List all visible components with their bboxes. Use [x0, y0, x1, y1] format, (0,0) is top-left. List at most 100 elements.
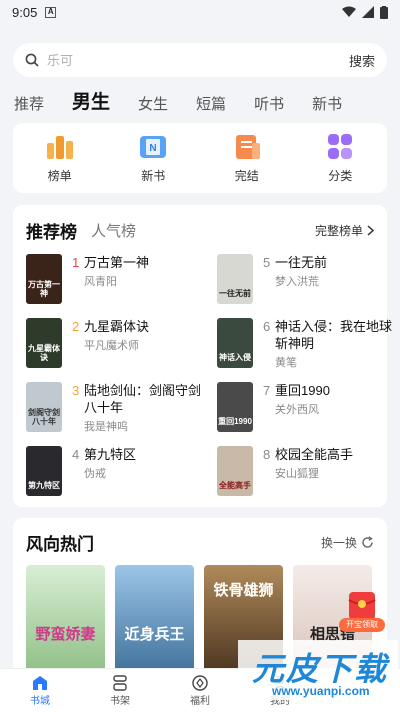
- status-time: 9:05: [12, 4, 38, 20]
- book-cover: 万古第一神: [26, 254, 62, 304]
- refresh-icon: [362, 535, 373, 548]
- search-icon: [25, 53, 39, 67]
- book-cover: 第九特区: [26, 446, 62, 496]
- hot-book-cover[interactable]: 野蛮娇妻: [26, 565, 105, 675]
- book-title: 第九特区: [84, 447, 137, 462]
- cover-title: 铁骨雄狮: [213, 582, 274, 599]
- cover-title: 第九特区: [28, 481, 60, 490]
- rank-number: 5: [263, 255, 271, 270]
- book-author: 梦入洪荒: [275, 276, 319, 288]
- book-author: 安山狐狸: [275, 468, 319, 480]
- rank-number: 4: [72, 447, 80, 462]
- status-icons: [342, 5, 388, 19]
- chevron-right-icon: [367, 224, 374, 236]
- book-cover: 重回1990: [217, 382, 253, 432]
- book-title: 一往无前: [275, 255, 328, 270]
- watermark-url: www.yuanpi.com: [272, 684, 370, 698]
- watermark-logo: 元皮下载 www.yuanpi.com: [238, 640, 398, 700]
- book-cover: 九星霸体诀: [26, 318, 62, 368]
- list-item[interactable]: 重回1990 7 重回1990 关外西风: [217, 382, 397, 432]
- quick-link-finished[interactable]: 完结: [217, 133, 277, 184]
- book-title: 神话入侵：我在地球斩神明: [275, 319, 393, 351]
- cover-title: 万古第一神: [28, 280, 60, 298]
- book-cover: 全能高手: [217, 446, 253, 496]
- tab-recommend[interactable]: 推荐: [14, 93, 44, 114]
- bookshelf-icon: [113, 675, 127, 691]
- cover-title: 一往无前: [219, 289, 251, 298]
- hot-book-cover[interactable]: 近身兵王: [115, 565, 194, 675]
- recommend-header: 推荐榜 人气榜 完整榜单: [26, 218, 374, 242]
- book-author: 我是神呜: [84, 421, 128, 433]
- rank-number: 7: [263, 383, 271, 398]
- book-cover: 神话入侵: [217, 318, 253, 368]
- cover-title: 重回1990: [218, 417, 252, 426]
- tab-new[interactable]: 新书: [312, 93, 342, 114]
- cover-title: 剑阁守剑八十年: [28, 408, 60, 426]
- tab-popular-ranking[interactable]: 人气榜: [91, 220, 136, 241]
- status-bar: 9:05 A: [0, 0, 400, 24]
- search-input[interactable]: [47, 52, 349, 68]
- rank-number: 3: [72, 383, 80, 398]
- nav-label: 书城: [30, 696, 50, 707]
- cover-title: 野蛮娇妻: [35, 626, 96, 643]
- refresh-label: 换一换: [320, 535, 357, 550]
- list-item[interactable]: 九星霸体诀 2 九星霸体诀 平凡魔术师: [26, 318, 206, 368]
- nav-bookstore[interactable]: 书城: [0, 669, 80, 712]
- list-item[interactable]: 万古第一神 1 万古第一神 风青阳: [26, 254, 206, 304]
- signal-icon: [362, 6, 374, 18]
- quick-link-label: 新书: [141, 168, 166, 183]
- search-button[interactable]: 搜索: [349, 51, 375, 70]
- book-title: 陆地剑仙：剑阁守剑八十年: [84, 383, 202, 415]
- book-author: 风青阳: [84, 276, 117, 288]
- quick-link-label: 完结: [234, 168, 259, 183]
- category-tabs: 推荐 男生 女生 短篇 听书 新书: [14, 88, 386, 114]
- rank-number: 8: [263, 447, 271, 462]
- hot-header: 风向热门 换一换: [26, 530, 374, 554]
- battery-icon: [380, 5, 388, 19]
- quick-link-ranking[interactable]: 榜单: [30, 133, 90, 184]
- full-ranking-label: 完整榜单: [314, 223, 363, 238]
- quick-link-new[interactable]: N 新书: [123, 133, 183, 184]
- tab-audio[interactable]: 听书: [254, 93, 284, 114]
- welfare-icon: [192, 675, 208, 691]
- full-ranking-link[interactable]: 完整榜单: [315, 222, 374, 239]
- tab-recommend-ranking[interactable]: 推荐榜: [26, 218, 77, 243]
- nav-welfare[interactable]: 福利: [160, 669, 240, 712]
- tab-short[interactable]: 短篇: [196, 93, 226, 114]
- nav-bookshelf[interactable]: 书架: [80, 669, 160, 712]
- book-cover: 一往无前: [217, 254, 253, 304]
- book-author: 伪戒: [84, 468, 106, 480]
- red-packet-label: 开宝领取: [339, 618, 385, 632]
- list-item[interactable]: 全能高手 8 校园全能高手 安山狐狸: [217, 446, 397, 496]
- book-title: 九星霸体诀: [84, 319, 150, 334]
- list-item[interactable]: 剑阁守剑八十年 3 陆地剑仙：剑阁守剑八十年我是神呜: [26, 382, 206, 433]
- quick-link-category[interactable]: 分类: [310, 133, 370, 184]
- list-item[interactable]: 神话入侵 6 神话入侵：我在地球斩神明 黄笔: [217, 318, 397, 369]
- cover-title: 近身兵王: [124, 626, 185, 643]
- cover-title: 九星霸体诀: [28, 344, 60, 362]
- bookstore-icon: [33, 676, 47, 690]
- finished-icon: [235, 134, 260, 159]
- quick-links-card: 榜单 N 新书 完结 分类: [13, 123, 387, 193]
- list-item[interactable]: 第九特区 4 第九特区 伪戒: [26, 446, 206, 496]
- book-title: 万古第一神: [84, 255, 150, 270]
- book-cover: 剑阁守剑八十年: [26, 382, 62, 432]
- tab-male[interactable]: 男生: [72, 87, 110, 114]
- book-title: 重回1990: [275, 383, 330, 398]
- book-title: 校园全能高手: [275, 447, 354, 462]
- cover-title: 神话入侵: [219, 353, 251, 362]
- ranking-icon: [46, 135, 73, 159]
- cover-title: 全能高手: [219, 481, 251, 490]
- hot-title: 风向热门: [26, 534, 94, 554]
- quick-link-label: 分类: [328, 168, 353, 183]
- list-item[interactable]: 一往无前 5 一往无前 梦入洪荒: [217, 254, 397, 304]
- refresh-button[interactable]: 换一换: [321, 534, 374, 551]
- rank-number: 2: [72, 319, 80, 334]
- book-author: 关外西风: [275, 404, 319, 416]
- tab-female[interactable]: 女生: [138, 93, 168, 114]
- red-packet-button[interactable]: 开宝领取: [339, 590, 385, 632]
- new-book-icon: N: [140, 135, 167, 158]
- category-icon: [328, 133, 353, 159]
- search-bar[interactable]: 搜索: [13, 43, 387, 77]
- rank-number: 1: [72, 255, 80, 270]
